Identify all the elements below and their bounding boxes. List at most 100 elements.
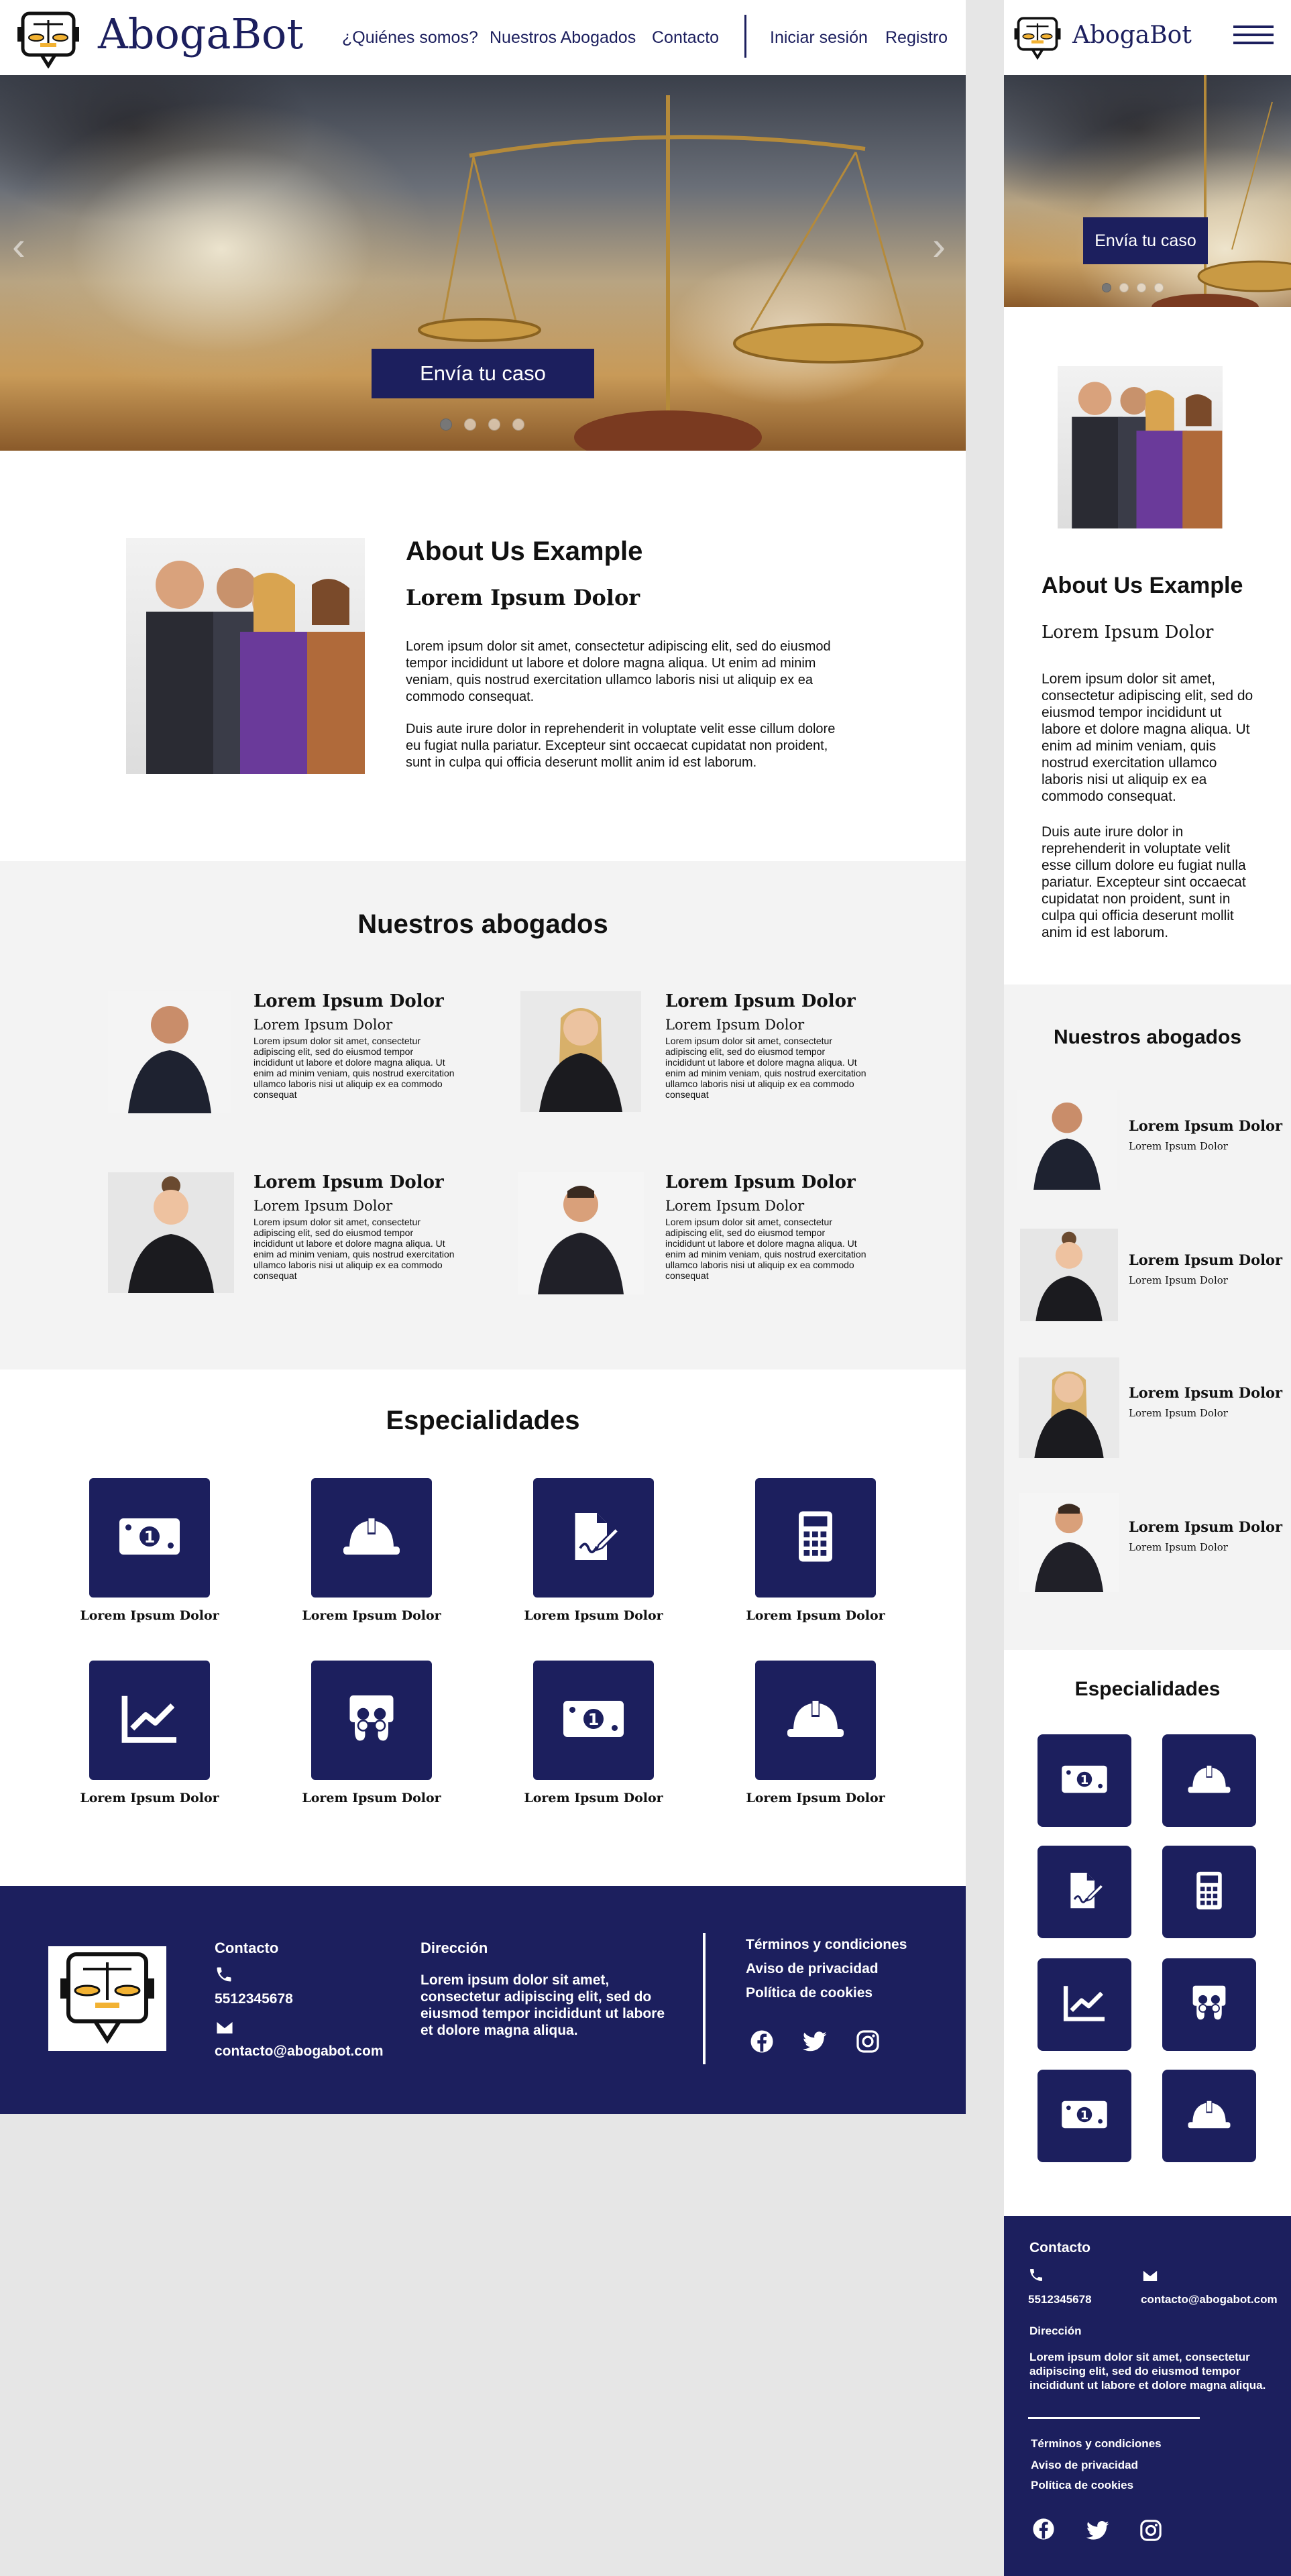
specialty-tile[interactable]	[1037, 1958, 1131, 2051]
lawyer-photo[interactable]	[108, 1172, 234, 1293]
carousel-dot[interactable]	[488, 418, 500, 431]
twitter-icon[interactable]	[802, 2031, 828, 2054]
carousel-dot[interactable]	[512, 418, 524, 431]
specialty-tile[interactable]	[89, 1661, 210, 1780]
footer-email[interactable]: contacto@abogabot.com	[215, 2043, 384, 2060]
desktop-view: AbogaBot ¿Quiénes somos? Nuestros Abogad…	[0, 0, 966, 2114]
lawyers-title: Nuestros abogados	[1053, 1026, 1242, 1048]
carousel-next-icon[interactable]: ›	[932, 223, 946, 269]
carousel-indicators	[440, 418, 524, 431]
terms-link[interactable]: Términos y condiciones	[1031, 2437, 1162, 2451]
calculator-icon	[1185, 1870, 1233, 1914]
carousel-dot[interactable]	[464, 418, 476, 431]
calculator-icon	[783, 1510, 848, 1567]
robot-logo-icon[interactable]	[1013, 8, 1062, 66]
specialty-tile[interactable]	[1037, 1846, 1131, 1938]
twitter-icon[interactable]	[1086, 2520, 1110, 2542]
lawyer-photo[interactable]	[518, 1172, 644, 1294]
send-case-button[interactable]: Envía tu caso	[372, 349, 594, 398]
cookies-link[interactable]: Política de cookies	[1031, 2479, 1133, 2492]
facebook-icon[interactable]	[1032, 2518, 1055, 2540]
hero-carousel: ‹ › Envía tu caso	[0, 75, 966, 451]
specialty-tile[interactable]	[533, 1478, 654, 1598]
footer-email[interactable]: contacto@abogabot.com	[1141, 2291, 1278, 2308]
lawyer-description: Lorem ipsum dolor sit amet, consectetur …	[254, 1035, 455, 1100]
specialty-label: Lorem Ipsum Dolor	[302, 1791, 441, 1805]
about-subtitle: Lorem Ipsum Dolor	[1042, 622, 1214, 642]
signed-document-icon	[561, 1510, 626, 1567]
lawyer-subtitle: Lorem Ipsum Dolor	[1129, 1541, 1228, 1553]
carousel-prev-icon[interactable]: ‹	[12, 223, 25, 269]
phone-icon	[217, 1967, 231, 1982]
lawyer-photo[interactable]	[1019, 1493, 1119, 1592]
specialty-label: Lorem Ipsum Dolor	[80, 1791, 219, 1805]
lawyer-photo[interactable]	[108, 991, 231, 1113]
nav-quienes-somos[interactable]: ¿Quiénes somos?	[342, 28, 478, 48]
signed-document-icon	[1060, 1870, 1109, 1914]
specialty-label: Lorem Ipsum Dolor	[746, 1608, 885, 1623]
chart-line-icon	[117, 1692, 182, 1749]
footer-phone[interactable]: 5512345678	[1028, 2291, 1092, 2308]
specialty-tile[interactable]	[311, 1661, 432, 1780]
instagram-icon[interactable]	[1139, 2519, 1162, 2542]
hamburger-menu-icon[interactable]	[1233, 25, 1274, 50]
lawyer-name: Lorem Ipsum Dolor	[665, 1172, 856, 1192]
footer-phone[interactable]: 5512345678	[215, 1991, 293, 2007]
slideshare-icon	[1185, 1983, 1233, 2027]
lawyer-subtitle: Lorem Ipsum Dolor	[665, 1198, 805, 1214]
specialty-tile[interactable]	[311, 1478, 432, 1598]
lawyer-photo[interactable]	[1017, 1090, 1117, 1190]
cookies-link[interactable]: Política de cookies	[746, 1985, 873, 2001]
specialty-tile[interactable]: 1	[1037, 1734, 1131, 1827]
nav-contacto[interactable]: Contacto	[652, 28, 719, 48]
carousel-indicators	[1102, 283, 1164, 292]
lawyer-name: Lorem Ipsum Dolor	[1129, 1117, 1283, 1134]
about-subtitle: Lorem Ipsum Dolor	[406, 585, 640, 610]
login-link[interactable]: Iniciar sesión	[770, 28, 868, 48]
footer-logo[interactable]	[48, 1946, 166, 2051]
instagram-icon[interactable]	[856, 2029, 880, 2054]
specialty-label: Lorem Ipsum Dolor	[524, 1791, 663, 1805]
specialty-tile[interactable]	[755, 1478, 876, 1598]
facebook-icon[interactable]	[750, 2029, 774, 2054]
lawyer-photo[interactable]	[1019, 1357, 1119, 1458]
brand-name[interactable]: AbogaBot	[1072, 21, 1192, 49]
register-link[interactable]: Registro	[885, 28, 948, 48]
lawyer-photo[interactable]	[1020, 1229, 1118, 1321]
carousel-dot[interactable]	[1102, 283, 1111, 292]
brand-name[interactable]: AbogaBot	[98, 9, 303, 58]
send-case-button[interactable]: Envía tu caso	[1083, 217, 1208, 264]
specialty-tile[interactable]: 1	[1037, 2070, 1131, 2162]
svg-text:1: 1	[588, 1710, 600, 1729]
team-photo	[126, 538, 365, 774]
slideshare-icon	[339, 1692, 404, 1749]
specialty-tile[interactable]: 1	[89, 1478, 210, 1598]
justice-scale-image	[1152, 75, 1291, 307]
hard-hat-icon	[339, 1510, 404, 1567]
lawyer-photo[interactable]	[520, 991, 641, 1112]
footer-address-label: Dirección	[1029, 2325, 1082, 2337]
money-bill-icon: 1	[1060, 1759, 1109, 1803]
about-title: About Us Example	[1042, 573, 1243, 598]
carousel-dot[interactable]	[440, 418, 452, 431]
terms-link[interactable]: Términos y condiciones	[746, 1937, 907, 1953]
lawyers-title: Nuestros abogados	[357, 909, 608, 939]
specialty-tile[interactable]	[1162, 2070, 1256, 2162]
carousel-dot[interactable]	[1137, 283, 1146, 292]
privacy-link[interactable]: Aviso de privacidad	[1031, 2459, 1138, 2472]
carousel-dot[interactable]	[1119, 283, 1129, 292]
specialties-title: Especialidades	[1074, 1678, 1221, 1700]
hard-hat-icon	[783, 1692, 848, 1749]
specialty-tile[interactable]	[1162, 1846, 1256, 1938]
nav-nuestros-abogados[interactable]: Nuestros Abogados	[490, 28, 636, 48]
specialty-tile[interactable]	[1162, 1958, 1256, 2051]
privacy-link[interactable]: Aviso de privacidad	[746, 1961, 879, 1977]
mobile-view: AbogaBot Envía tu caso About Us Example …	[1004, 0, 1291, 2576]
carousel-dot[interactable]	[1154, 283, 1164, 292]
robot-logo-icon[interactable]	[16, 8, 80, 68]
footer-divider	[703, 1933, 706, 2064]
specialty-tile[interactable]	[1162, 1734, 1256, 1827]
specialty-tile[interactable]	[755, 1661, 876, 1780]
specialty-tile[interactable]: 1	[533, 1661, 654, 1780]
footer-contact-label: Contacto	[215, 1940, 279, 1956]
